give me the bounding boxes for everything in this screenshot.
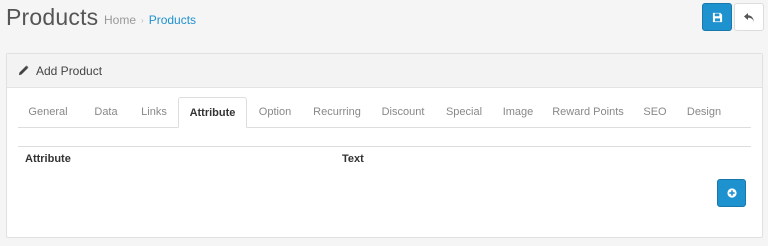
add-attribute-button[interactable] [717,179,746,207]
product-tabs: General Data Links Attribute Option Recu… [18,97,751,128]
tab-data[interactable]: Data [84,97,128,128]
plus-circle-icon [726,188,737,198]
tab-seo[interactable]: SEO [635,97,675,128]
tab-general[interactable]: General [18,97,78,128]
page-title: Products [6,4,99,30]
panel-heading: Add Product [7,54,762,88]
breadcrumb-home-link[interactable]: Home [104,13,136,27]
tab-special[interactable]: Special [441,97,487,128]
page-header: Products Home › Products [0,0,768,46]
back-button[interactable] [734,3,764,31]
breadcrumb-separator: › [141,15,144,25]
breadcrumb-products-link[interactable]: Products [149,13,196,27]
tab-discount[interactable]: Discount [375,97,431,128]
panel-title: Add Product [36,63,103,78]
tab-recurring[interactable]: Recurring [305,97,369,128]
attribute-table: Attribute Text [18,146,751,165]
save-button[interactable] [702,3,732,31]
tab-option[interactable]: Option [248,97,302,128]
tab-attribute[interactable]: Attribute [178,97,247,128]
tab-reward-points[interactable]: Reward Points [550,97,626,128]
tab-links[interactable]: Links [130,97,178,128]
save-icon [712,12,722,22]
breadcrumb: Home › Products [104,13,196,27]
add-product-panel: Add Product General Data Links Attribute… [6,53,763,238]
tab-design[interactable]: Design [680,97,728,128]
tab-image[interactable]: Image [495,97,541,128]
column-header-text: Text [342,153,364,165]
column-header-attribute: Attribute [25,153,71,165]
reply-icon [744,12,754,22]
pencil-icon [18,65,30,77]
